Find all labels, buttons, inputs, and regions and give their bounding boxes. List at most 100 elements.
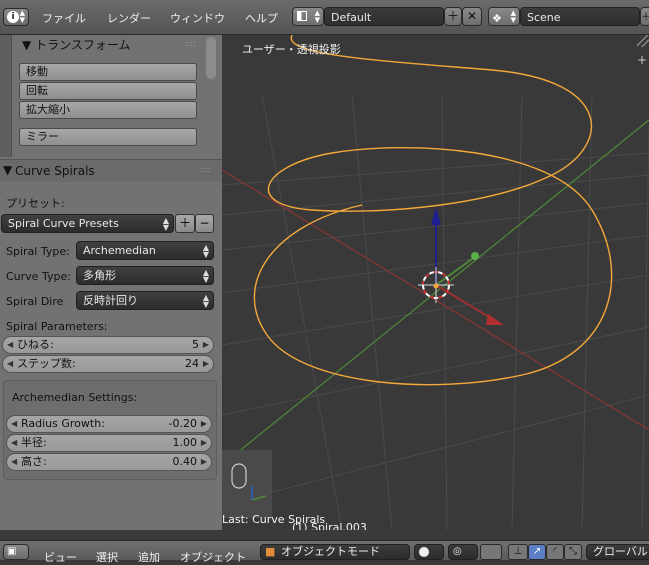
z-arrow-icon[interactable] — [431, 207, 441, 225]
increment-arrow-icon[interactable]: ▶ — [201, 454, 207, 470]
height-field[interactable]: ◀ 高さ: 0.40 ▶ — [6, 453, 212, 471]
floor-grid — [222, 94, 649, 530]
transform-orientation-dropdown[interactable]: グローバル — [586, 544, 649, 560]
increment-arrow-icon[interactable]: ▶ — [201, 435, 207, 451]
menu-object[interactable]: オブジェクト — [180, 549, 246, 565]
menu-file[interactable]: ファイル — [42, 10, 86, 26]
tool-tabs[interactable] — [0, 35, 12, 157]
dropdown-arrows-icon: ▲ ▼ — [162, 216, 169, 232]
increment-arrow-icon[interactable]: ▶ — [201, 416, 207, 432]
turns-field[interactable]: ◀ ひねる: 5 ▶ — [2, 336, 214, 354]
scale-button[interactable]: 拡大縮小 — [19, 101, 197, 119]
properties-toggle-icon[interactable]: + — [637, 53, 647, 67]
remove-preset-button[interactable]: − — [195, 214, 214, 233]
translate-manipulator-button[interactable]: ↗ — [528, 544, 546, 560]
scrollbar[interactable] — [206, 37, 216, 79]
delete-screen-button[interactable]: ✕ — [462, 7, 482, 26]
menu-view[interactable]: ビュー — [44, 549, 77, 565]
height-value: 0.40 — [172, 455, 198, 468]
archemedian-settings-label: Archemedian Settings: — [12, 391, 138, 404]
decrement-arrow-icon[interactable]: ◀ — [11, 454, 17, 470]
spiral-type-value: Archemedian — [83, 244, 156, 257]
dropdown-arrows-icon: ▲ ▼ — [314, 9, 320, 24]
viewport-shading-button[interactable] — [414, 544, 444, 560]
layers-button[interactable] — [480, 544, 502, 560]
close-icon: ✕ — [466, 9, 478, 23]
3d-viewport[interactable]: + ユーザー・透視投影 Last: Curve Spirals (1) Spir… — [222, 35, 649, 530]
radius-field[interactable]: ◀ 半径: 1.00 ▶ — [6, 434, 212, 452]
y-arrow-icon[interactable] — [471, 252, 479, 260]
increment-arrow-icon[interactable]: ▶ — [203, 356, 209, 372]
info-icon: i — [7, 11, 19, 23]
preset-dropdown[interactable]: Spiral Curve Presets ▲ ▼ — [1, 214, 174, 233]
scale-manipulator-button[interactable]: ⤡ — [564, 544, 582, 560]
3d-cursor-icon[interactable] — [418, 267, 454, 303]
editor-type-button[interactable]: ▣ — [3, 544, 29, 560]
increment-arrow-icon[interactable]: ▶ — [203, 337, 209, 353]
preset-label: プリセット: — [6, 197, 65, 210]
scene-icon: ❖ — [492, 12, 502, 25]
turns-label: ひねる: — [17, 338, 54, 351]
editor-type-button[interactable]: i ▲ ▼ — [3, 8, 29, 26]
turns-value: 5 — [192, 338, 199, 351]
drag-handle-icon[interactable]: :::: — [185, 39, 196, 48]
manipulator-icon: ⊥ — [513, 546, 523, 557]
transform-panel-header[interactable]: ▼ トランスフォーム — [22, 36, 130, 53]
radius-growth-value: -0.20 — [168, 417, 197, 430]
dropdown-arrows-icon: ▲ ▼ — [202, 293, 209, 309]
x-arrow-icon[interactable] — [486, 314, 504, 325]
menu-window[interactable]: ウィンドウ — [170, 10, 225, 26]
spiral-direction-dropdown[interactable]: 反時計回り ▲ ▼ — [76, 291, 214, 310]
radius-growth-field[interactable]: ◀ Radius Growth: -0.20 ▶ — [6, 415, 212, 433]
archemedian-settings-box: Archemedian Settings: ◀ Radius Growth: -… — [3, 380, 217, 480]
translate-button[interactable]: 移動 — [19, 63, 197, 81]
decrement-arrow-icon[interactable]: ◀ — [7, 337, 13, 353]
scene-name: Scene — [527, 11, 561, 24]
mode-dropdown[interactable]: ■ オブジェクトモード — [260, 544, 410, 560]
curve-spirals-title: Curve Spirals — [15, 164, 95, 178]
add-screen-button[interactable]: ＋ — [444, 7, 462, 26]
add-scene-button[interactable]: ＋ — [640, 7, 649, 26]
drag-handle-icon[interactable]: :::: — [200, 165, 211, 174]
menu-render[interactable]: レンダー — [107, 10, 151, 26]
screen-layout-field[interactable]: Default — [324, 7, 444, 26]
curve-type-dropdown[interactable]: 多角形 ▲ ▼ — [76, 266, 214, 285]
menu-select[interactable]: 選択 — [96, 549, 118, 565]
rotate-manipulator-button[interactable]: ◜ — [546, 544, 564, 560]
active-object-label: (1) Spiral.003 — [292, 521, 367, 530]
viewport-canvas — [222, 35, 649, 530]
transform-panel-title: トランスフォーム — [35, 38, 131, 52]
spiral-type-dropdown[interactable]: Archemedian ▲ ▼ — [76, 241, 214, 260]
screen-layout-button[interactable]: ▲ ▼ — [292, 7, 324, 26]
spiral-parameters-label: Spiral Parameters: — [6, 320, 108, 333]
corner-widget-icon[interactable] — [637, 35, 649, 47]
pivot-point-button[interactable]: ◎ — [448, 544, 478, 560]
add-preset-button[interactable]: ＋ — [175, 214, 195, 233]
spiral-curve[interactable] — [253, 35, 613, 386]
viewport-title: ユーザー・透視投影 — [242, 43, 341, 56]
tool-shelf: ▼ トランスフォーム :::: 移動 回転 拡大縮小 ミラー ▼ Curve S… — [0, 35, 222, 530]
menu-add[interactable]: 追加 — [138, 549, 160, 565]
info-header: i ▲ ▼ ファイル レンダー ウィンドウ ヘルプ ▲ ▼ Default ＋ ✕ … — [0, 0, 649, 35]
steps-field[interactable]: ◀ ステップ数: 24 ▶ — [2, 355, 214, 373]
mirror-button[interactable]: ミラー — [19, 128, 197, 146]
minus-icon: − — [199, 216, 210, 230]
menu-help[interactable]: ヘルプ — [245, 10, 278, 26]
pivot-icon: ◎ — [453, 546, 462, 557]
scene-button[interactable]: ❖ ▲ ▼ — [488, 7, 520, 26]
dropdown-arrows-icon: ▲ ▼ — [19, 9, 25, 24]
decrement-arrow-icon[interactable]: ◀ — [11, 435, 17, 451]
dropdown-arrows-icon: ▲ ▼ — [510, 9, 516, 24]
decrement-arrow-icon[interactable]: ◀ — [7, 356, 13, 372]
height-label: 高さ: — [21, 455, 47, 468]
rotate-button[interactable]: 回転 — [19, 82, 197, 100]
spiral-direction-label: Spiral Dire — [6, 295, 64, 308]
collapse-arrow-icon: ▼ — [22, 38, 32, 52]
plus-icon: ＋ — [641, 12, 649, 23]
preset-value: Spiral Curve Presets — [8, 217, 119, 230]
curve-spirals-panel-header[interactable]: ▼ Curve Spirals :::: — [0, 159, 222, 182]
rotate-icon: ◜ — [553, 546, 557, 557]
scene-field[interactable]: Scene — [520, 7, 640, 26]
decrement-arrow-icon[interactable]: ◀ — [11, 416, 17, 432]
manipulator-toggle-button[interactable]: ⊥ — [508, 544, 528, 560]
